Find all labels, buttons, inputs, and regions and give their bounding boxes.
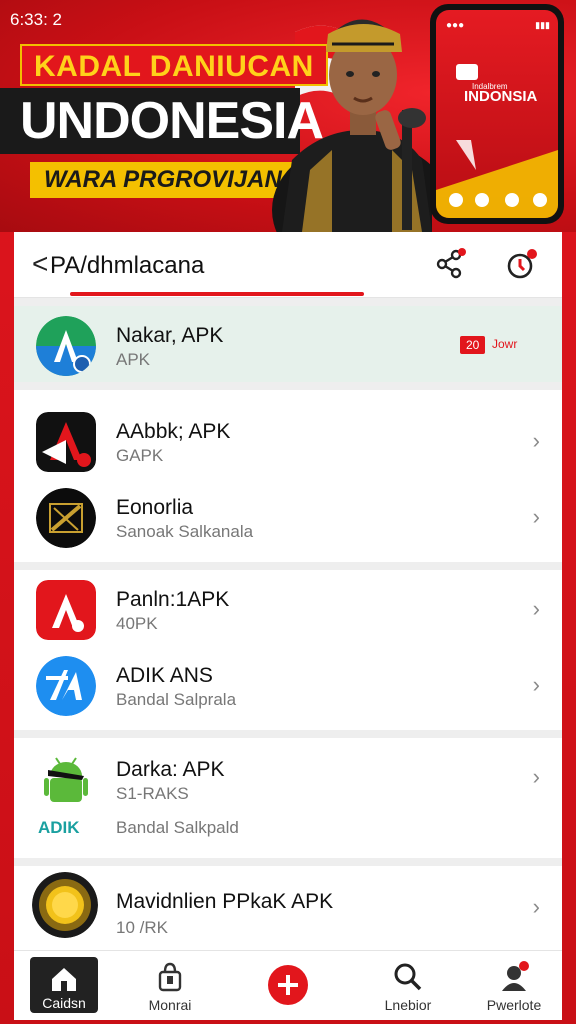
speaker-photo [272,19,432,232]
home-icon [52,968,76,991]
banner-headline-strip: WARA PRGROVIJAN [30,162,296,198]
app-icon-dark-a [36,412,96,472]
section-divider [14,382,562,390]
back-button[interactable]: < [32,250,48,278]
status-time: 6:33: 2 [10,10,62,29]
notification-icon[interactable] [506,248,538,280]
promo-banner[interactable]: 6:33: 2 KADAL DANIUCAN UNDONESIA WARA PR… [0,0,576,232]
page-title: PA/dhmlacana [50,252,205,279]
app-icon-green-a [36,316,96,376]
bottom-navigation: Caidsn Monrai Lnebior Pwerlote [14,950,562,1020]
app-frame: 6:33: 2 KADAL DANIUCAN UNDONESIA WARA PR… [0,0,576,1024]
list-item-app[interactable]: ADIK Darka: APK S1-RAKS Bandal Salkpald … [14,738,562,858]
list-item-app[interactable]: AAbbk; APK GAPK › [14,402,562,478]
phone-graphic-icon [436,140,558,218]
app-group-3: Panln:1APK 40PK › ADIK ANS Bandal Salpra… [14,570,562,730]
app-list-card: < PA/dhmlacana Nakar, APK APK 20 Jowr AA… [14,232,562,1020]
app-group-5: Mavidnlien PPkaK APK 10 /RK › [14,866,562,950]
app-subtitle-secondary: Bandal Salkpald [116,818,239,837]
app-title: Darka: APK [116,758,225,781]
nav-item-search[interactable]: Lnebior [358,951,458,1021]
add-icon [268,965,308,1005]
chevron-right-icon: › [532,764,540,789]
section-divider [14,858,562,866]
nav-label: Lnebior [384,997,432,1013]
app-title: AAbbk; APK [116,420,231,443]
status-badge-label: Jowr [492,337,518,351]
app-group-2: AAbbk; APK GAPK › Eonorlia Sanoak Salkan… [14,402,562,554]
nav-label: Caidsn [42,995,86,1011]
nav-item-shop[interactable]: Monrai [120,951,220,1021]
phone-status-icon: ▮▮▮ [535,20,550,30]
bag-icon [158,962,182,992]
phone-mockup: ●●● ▮▮▮ Indalbrem INDONSIA [430,4,564,224]
app-title: Nakar, APK [116,324,224,347]
app-icon-gold-coin [32,872,98,938]
chevron-right-icon: › [532,672,540,697]
nav-label: Pwerlote [486,997,542,1013]
app-icon-black-circle [36,488,96,548]
app-subtitle: Bandal Salpralа [116,690,237,709]
app-subtitle: APK [116,350,151,369]
nav-label: Monrai [148,997,192,1013]
banner-headline-big: UNDONESIA [0,88,324,154]
phone-title: INDONSIA [464,88,538,105]
android-icon [44,757,88,802]
section-divider [14,562,562,570]
app-group-4: ADIK Darka: APK S1-RAKS Bandal Salkpald … [14,738,562,858]
phone-screen: ●●● ▮▮▮ Indalbrem INDONSIA [436,10,558,218]
adik-logo-text: ADIK [38,818,80,837]
section-divider [14,730,562,738]
nav-item-profile[interactable]: Pwerlote [464,951,564,1021]
list-item-app[interactable]: Nakar, APK APK 20 Jowr [14,306,562,382]
chevron-right-icon: › [532,428,540,453]
app-title: Panln:1APK [116,588,230,611]
app-title: Mavidnlien PPkaK APK [116,890,334,913]
app-title: ADIK ANS [116,664,213,687]
section-divider [14,298,562,306]
nav-item-home[interactable]: Caidsn [14,951,114,1021]
list-item-app[interactable]: Eonorlia Sanoak Salkanala › [14,478,562,554]
app-subtitle: 10 /RK [116,918,168,937]
active-tab-indicator [70,292,364,296]
share-icon[interactable] [434,248,466,280]
top-bar: < PA/dhmlacana [14,232,562,298]
app-icon-blue-a [36,656,96,716]
chevron-right-icon: › [532,894,540,919]
app-subtitle: S1-RAKS [116,784,189,803]
app-icon-red-a [36,580,96,640]
nav-item-add[interactable] [238,951,338,1021]
list-item-app[interactable]: Mavidnlien PPkaK APK 10 /RK › [14,866,562,950]
chevron-right-icon: › [532,504,540,529]
phone-logo-icon [456,64,478,80]
list-item-app[interactable]: ADIK ANS Bandal Salpralа › [14,646,562,722]
app-title: Eonorlia [116,496,194,519]
list-item-app[interactable]: Panln:1APK 40PK › [14,570,562,646]
app-group-1: Nakar, APK APK 20 Jowr [14,306,562,382]
phone-time-icon: ●●● [446,20,465,31]
status-badge: 20 [460,336,486,354]
app-subtitle: Sanoak Salkanala [116,522,254,541]
chevron-right-icon: › [532,596,540,621]
search-icon [394,963,422,991]
app-subtitle: 40PK [116,614,158,633]
profile-icon [502,961,529,991]
app-subtitle: GAPK [116,446,164,465]
